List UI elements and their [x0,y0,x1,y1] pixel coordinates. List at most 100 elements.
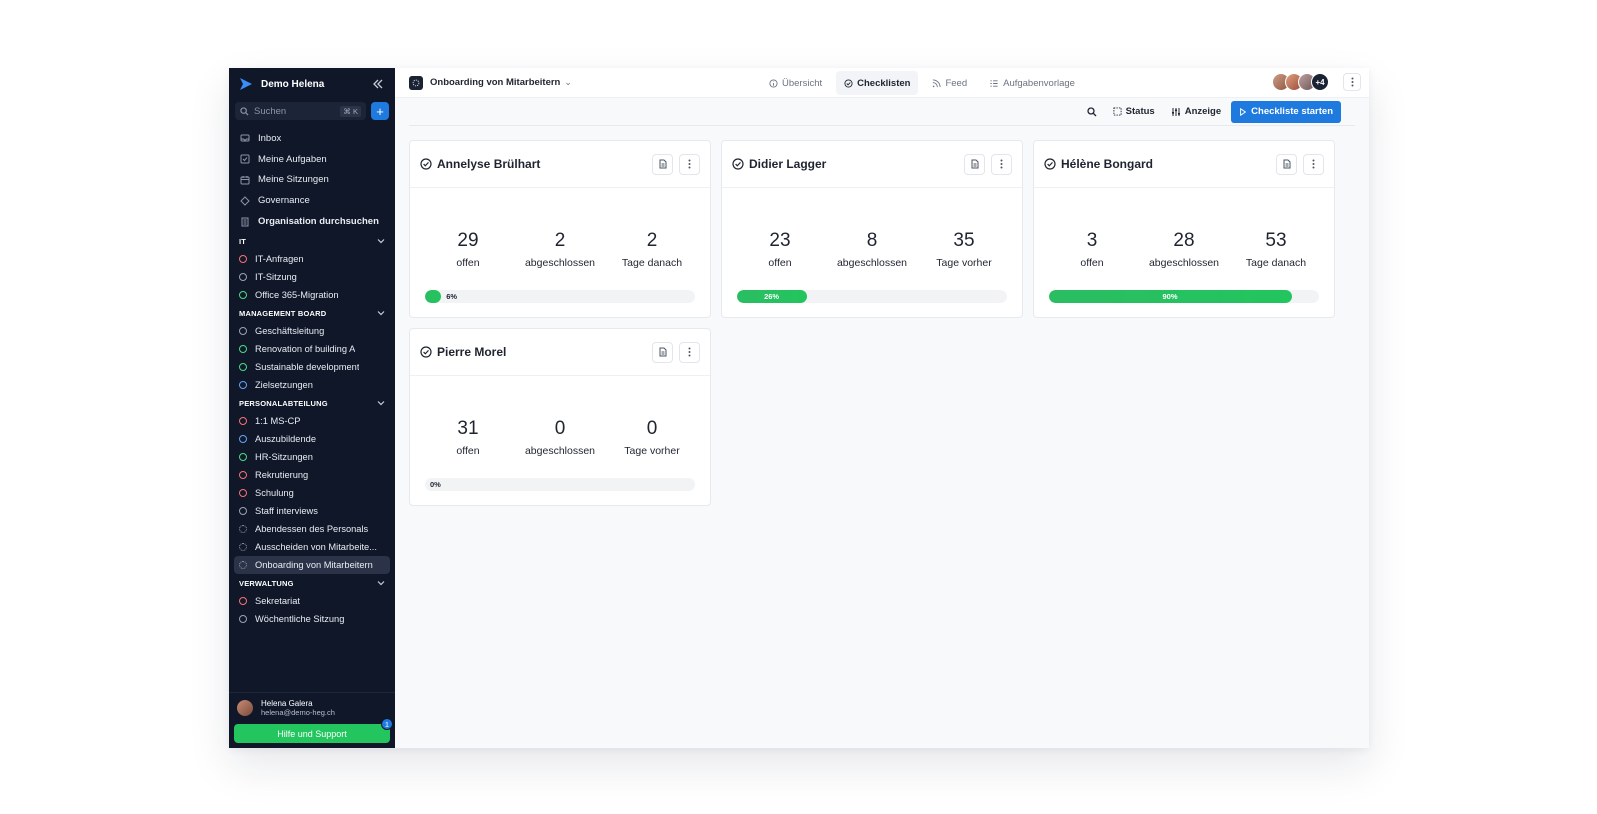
search-button[interactable] [1087,106,1097,117]
sidebar-item[interactable]: IT-Sitzung [229,268,395,286]
stat: 8 abgeschlossen [826,230,918,269]
stat-value: 31 [457,418,479,439]
sidebar-item[interactable]: Abendessen des Personals [229,520,395,538]
sidebar-item[interactable]: Rekrutierung [229,466,395,484]
card-more-button[interactable] [991,153,1012,175]
sidebar-item[interactable]: HR-Sitzungen [229,448,395,466]
sidebar-item[interactable]: Wöchentliche Sitzung [229,610,395,628]
logo-icon [240,78,252,90]
status-ring-icon [239,380,247,389]
search-input[interactable]: Suchen ⌘ K [235,102,366,120]
display-settings-button[interactable]: Anzeige [1171,106,1221,117]
stat-label: Tage danach [621,257,683,269]
document-button[interactable] [1276,153,1297,175]
stat: 2 Tage danach [606,230,698,269]
stat-value: 23 [769,230,791,251]
section-header[interactable]: PERSONALABTEILUNG [229,395,395,412]
toolbar: Status Anzeige Checkliste starten [409,98,1355,126]
card-more-button[interactable] [679,341,700,363]
task-icon [239,153,251,165]
document-button[interactable] [652,341,673,363]
tab-checklists[interactable]: Checklisten [836,71,919,95]
nav-item-organisation-durchsuchen[interactable]: Organisation durchsuchen [229,211,395,232]
sidebar-item[interactable]: Schulung [229,484,395,502]
progress-label: 6% [446,292,458,301]
stat: 29 offen [422,230,514,269]
sidebar-item[interactable]: Sustainable development [229,358,395,376]
stat-label: Tage vorher [624,445,680,457]
more-options-button[interactable] [1343,73,1361,91]
info-icon [769,78,778,88]
checklist-card[interactable]: Hélène Bongard 3 offen 28 abgeschlossen … [1033,140,1335,318]
sidebar-item-label: Auszubildende [255,433,316,444]
status-icon [1113,107,1122,116]
chevron-down-icon[interactable]: ⌄ [564,77,572,88]
nav-item-meine-sitzungen[interactable]: Meine Sitzungen [229,170,395,191]
sidebar-item-label: IT-Sitzung [255,271,297,282]
nav-item-meine-aufgaben[interactable]: Meine Aufgaben [229,149,395,170]
sidebar-item[interactable]: 1:1 MS-CP [229,412,395,430]
stat: 53 Tage danach [1230,230,1322,269]
sidebar-item[interactable]: Ausscheiden von Mitarbeite... [229,538,395,556]
status-label: Status [1125,106,1155,117]
checklist-name[interactable]: Annelyse Brülhart [437,157,646,171]
user-name: Helena Galera [261,698,313,708]
stat: 3 offen [1046,230,1138,269]
section-header[interactable]: VERWALTUNG [229,575,395,592]
add-button[interactable]: + [371,102,389,120]
tab-label: Checklisten [857,77,911,89]
section-header[interactable]: IT [229,233,395,250]
status-filter-button[interactable]: Status [1113,106,1155,117]
nav-item-label: Inbox [258,132,282,144]
sidebar-item[interactable]: Sekretariat [229,592,395,610]
status-ring-icon [239,272,247,281]
stat: 23 offen [734,230,826,269]
search-icon [1087,106,1097,116]
nav-item-governance[interactable]: Governance [229,190,395,211]
sidebar-item[interactable]: Staff interviews [229,502,395,520]
checklist-card[interactable]: Annelyse Brülhart 29 offen 2 abgeschloss… [409,140,711,318]
tab-overview[interactable]: Übersicht [761,71,830,95]
member-avatars[interactable]: +4 [1272,73,1329,91]
card-more-button[interactable] [1303,153,1324,175]
sidebar-item[interactable]: Renovation of building A [229,340,395,358]
card-more-button[interactable] [679,153,700,175]
status-ring-icon [239,506,247,515]
building-icon [239,216,251,228]
start-checklist-button[interactable]: Checkliste starten [1231,100,1341,123]
user-avatar [237,699,253,716]
status-ring-icon [239,488,247,497]
sidebar-item[interactable]: IT-Anfragen [229,250,395,268]
section-header[interactable]: MANAGEMENT BOARD [229,305,395,322]
document-button[interactable] [652,153,673,175]
nav-item-label: Governance [258,195,310,207]
checklist-card[interactable]: Pierre Morel 31 offen 0 abgeschlossen 0 … [409,328,711,506]
collapse-sidebar-icon[interactable] [371,77,385,91]
sidebar-item[interactable]: Auszubildende [229,430,395,448]
card-header: Hélène Bongard [1034,141,1334,188]
checklist-name[interactable]: Pierre Morel [437,345,646,359]
status-ring-icon [239,362,247,371]
checklist-card[interactable]: Didier Lagger 23 offen 8 abgeschlossen 3… [721,140,1023,318]
checklist-name[interactable]: Didier Lagger [749,157,958,171]
tab-feed[interactable]: Feed [924,71,975,95]
sidebar-item[interactable]: Onboarding von Mitarbeitern [234,555,390,574]
sidebar-item[interactable]: Zielsetzungen [229,376,395,394]
tab-task-template[interactable]: Aufgabenvorlage [981,71,1083,95]
checklist-name[interactable]: Hélène Bongard [1061,157,1270,171]
user-profile[interactable]: Helena Galera helena@demo-heg.ch [229,692,395,722]
search-icon [240,106,249,116]
status-ring-icon [239,290,247,299]
sidebar-item[interactable]: Office 365-Migration [229,286,395,304]
display-label: Anzeige [1184,106,1222,117]
document-button[interactable] [964,153,985,175]
sidebar-item-label: IT-Anfragen [255,253,304,264]
check-circle-icon [732,158,744,170]
sidebar-item[interactable]: Geschäftsleitung [229,322,395,340]
project-icon [409,75,423,90]
project-title[interactable]: Onboarding von Mitarbeitern [430,77,560,88]
help-support-button[interactable]: Hilfe und Support 1 [234,718,393,743]
section-title: PERSONALABTEILUNG [239,398,328,408]
nav-item-inbox[interactable]: Inbox [229,128,395,149]
kebab-icon [688,347,691,357]
